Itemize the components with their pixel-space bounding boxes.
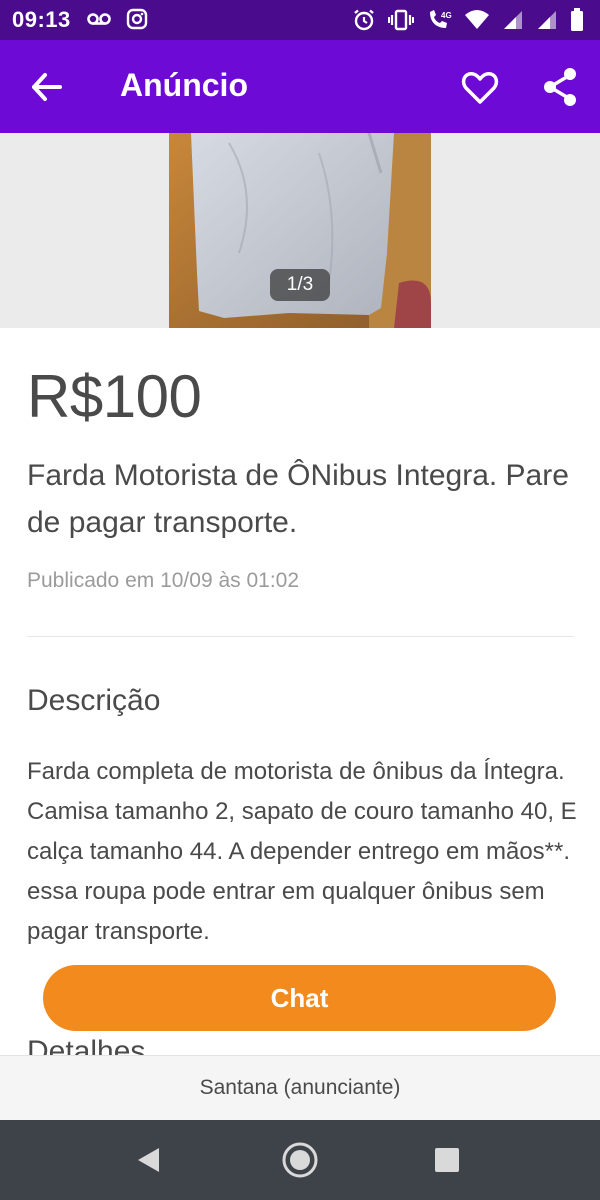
status-bar: 09:13 4G (0, 0, 600, 40)
description-heading: Descrição (27, 684, 161, 717)
listing-title: Farda Motorista de ÔNibus Integra. Pare … (27, 459, 569, 539)
published-date: Publicado em 10/09 às 01:02 (27, 569, 300, 592)
back-button[interactable] (26, 66, 68, 108)
share-icon (544, 68, 576, 106)
app-bar: Anúncio (0, 40, 600, 133)
image-counter: 1/3 (270, 269, 330, 301)
listing-price: R$100 (27, 363, 202, 430)
system-nav-bar (0, 1120, 600, 1200)
nav-back-icon[interactable] (135, 1146, 163, 1174)
volte-call-icon: 4G (430, 10, 452, 28)
status-time: 09:13 (12, 7, 71, 32)
vibrate-icon (388, 9, 414, 31)
signal-2-icon (538, 11, 556, 29)
image-gallery[interactable]: 1/3 (0, 133, 600, 328)
nav-home-icon[interactable] (280, 1140, 320, 1180)
alarm-icon (354, 9, 374, 31)
favorite-button[interactable] (460, 68, 500, 108)
heart-outline-icon (461, 72, 499, 104)
share-button[interactable] (540, 66, 580, 108)
seller-bar[interactable]: Santana (anunciante) (0, 1055, 600, 1121)
chat-button[interactable]: Chat (43, 965, 556, 1031)
signal-icon (504, 11, 522, 29)
battery-icon (571, 8, 583, 31)
page-title: Anúncio (120, 67, 248, 103)
arrow-back-icon (32, 73, 62, 101)
nav-recents-icon[interactable] (434, 1147, 460, 1173)
seller-name: Santana (anunciante) (199, 1076, 401, 1099)
description-text: Farda completa de motorista de ônibus da… (27, 758, 577, 945)
wifi-icon (465, 10, 489, 29)
voicemail-icon (87, 13, 111, 25)
instagram-icon (126, 8, 148, 30)
svg-text:4G: 4G (441, 11, 452, 20)
divider (27, 636, 574, 637)
